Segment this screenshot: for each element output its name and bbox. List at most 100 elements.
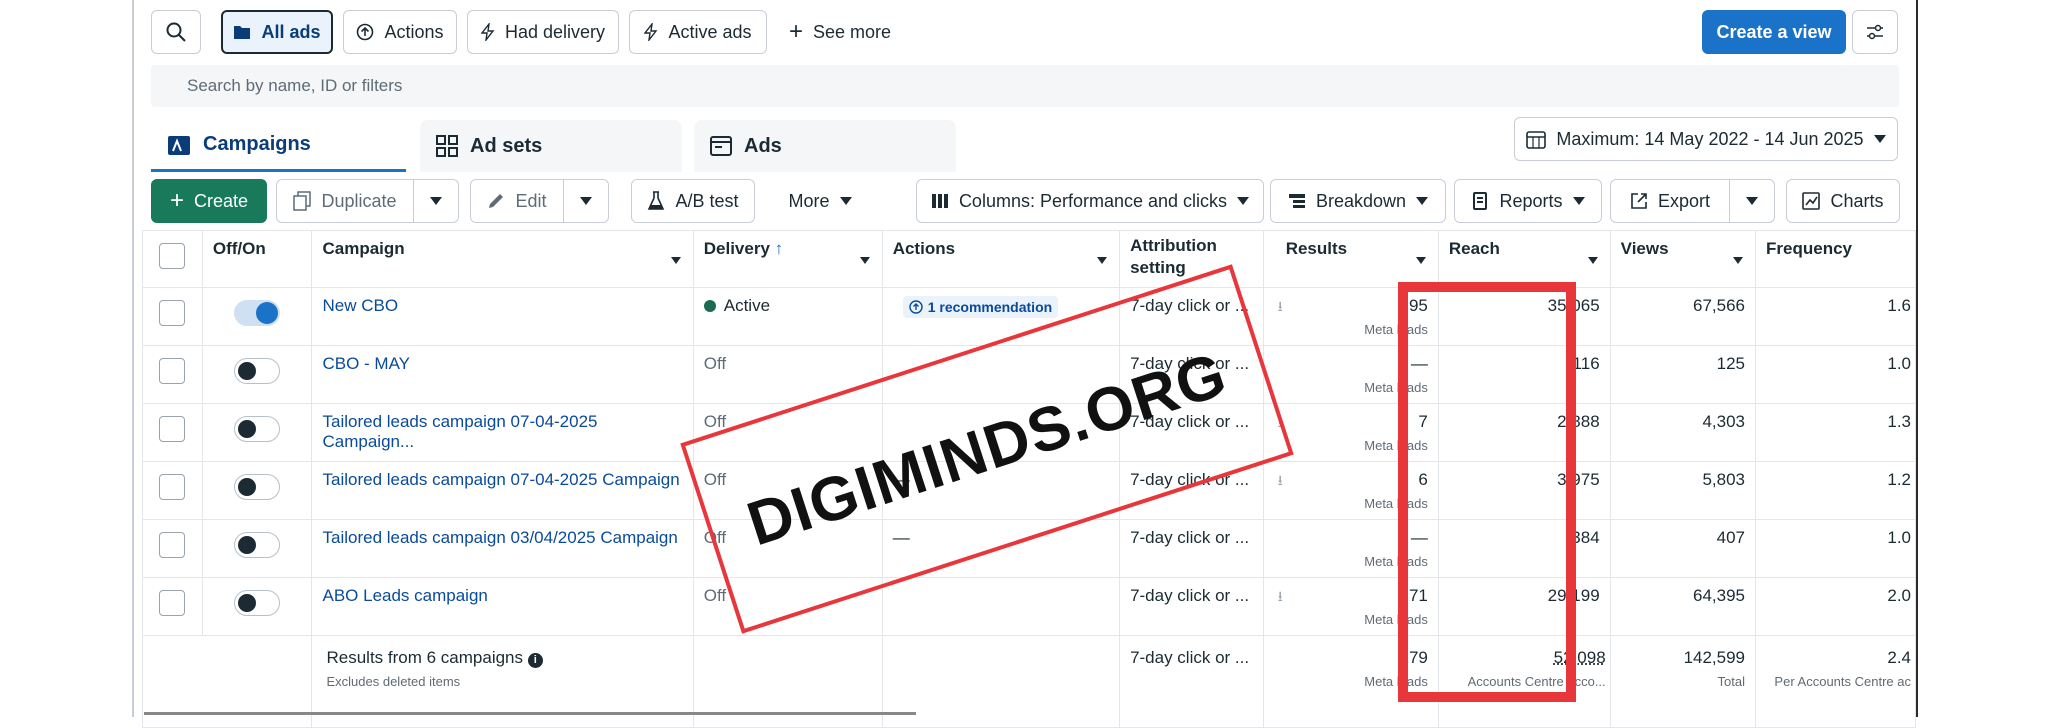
header-reach[interactable]: Reach	[1438, 231, 1610, 288]
header-campaign[interactable]: Campaign	[312, 231, 693, 288]
row-checkbox[interactable]	[159, 532, 185, 558]
chevron-down-icon[interactable]	[1733, 257, 1743, 264]
actions-cell	[882, 578, 1119, 636]
row-select-cell	[143, 346, 203, 404]
search-button[interactable]	[151, 10, 201, 54]
view-settings-button[interactable]	[1852, 10, 1898, 54]
campaign-toggle[interactable]	[234, 416, 280, 442]
row-toggle-cell	[202, 288, 312, 346]
table-header-row: Off/On Campaign Delivery ↑ Actions Attri…	[143, 231, 1916, 288]
summary-attribution-cell: 7-day click or ...	[1120, 636, 1264, 728]
campaign-name-link[interactable]: ABO Leads campaign	[322, 586, 487, 605]
chevron-down-icon[interactable]	[1416, 257, 1426, 264]
breakdown-icon	[1288, 193, 1306, 209]
columns-icon	[931, 193, 949, 209]
create-button[interactable]: + Create	[151, 179, 267, 223]
summary-views-value: 142,599	[1621, 648, 1745, 668]
plus-icon: +	[170, 189, 184, 213]
export-label: Export	[1658, 191, 1710, 212]
columns-button[interactable]: Columns: Performance and clicks	[916, 179, 1264, 223]
see-more-button[interactable]: + See more	[779, 10, 901, 54]
edit-dropdown-button[interactable]	[563, 179, 609, 223]
row-checkbox[interactable]	[159, 358, 185, 384]
campaign-name-link[interactable]: New CBO	[322, 296, 398, 315]
create-view-button[interactable]: Create a view	[1702, 10, 1846, 54]
edit-button[interactable]: Edit	[470, 179, 564, 223]
header-delivery[interactable]: Delivery ↑	[693, 231, 882, 288]
chevron-down-icon[interactable]	[860, 257, 870, 264]
row-select-cell	[143, 404, 203, 462]
row-checkbox[interactable]	[159, 474, 185, 500]
campaign-name-link[interactable]: Tailored leads campaign 07-04-2025 Campa…	[322, 470, 679, 489]
views-cell: 4,303	[1610, 404, 1755, 462]
tab-ads[interactable]: Ads	[694, 120, 956, 172]
info-icon[interactable]: i	[528, 653, 543, 668]
filter-label: Had delivery	[505, 22, 605, 43]
campaign-toggle[interactable]	[234, 532, 280, 558]
header-results[interactable]: Results	[1263, 231, 1438, 288]
select-all-checkbox[interactable]	[159, 243, 185, 269]
views-cell: 125	[1610, 346, 1755, 404]
campaign-toggle[interactable]	[234, 300, 280, 326]
export-button[interactable]: Export	[1610, 179, 1730, 223]
campaign-name-link[interactable]: CBO - MAY	[322, 354, 410, 373]
download-icon: ⭳	[1278, 470, 1283, 494]
chevron-down-icon	[840, 197, 852, 205]
toggle-knob	[238, 536, 256, 554]
bolt-icon	[481, 23, 495, 41]
filter-all-ads[interactable]: All ads	[221, 10, 333, 54]
row-checkbox[interactable]	[159, 300, 185, 326]
header-offon[interactable]: Off/On	[202, 231, 312, 288]
summary-frequency-cell: 2.4 Per Accounts Centre ac	[1756, 636, 1916, 728]
chevron-down-icon	[1416, 197, 1428, 205]
chevron-down-icon[interactable]	[1097, 257, 1107, 264]
date-range-picker[interactable]: Maximum: 14 May 2022 - 14 Jun 2025	[1514, 117, 1898, 161]
views-cell: 5,803	[1610, 462, 1755, 520]
tab-campaigns[interactable]: Campaigns	[151, 120, 406, 172]
filter-active-ads[interactable]: Active ads	[629, 10, 767, 54]
charts-button[interactable]: Charts	[1786, 179, 1900, 223]
ab-test-label: A/B test	[675, 191, 738, 212]
export-dropdown-button[interactable]	[1729, 179, 1775, 223]
attribution-cell: 7-day click or ...	[1120, 578, 1264, 636]
breakdown-button[interactable]: Breakdown	[1270, 179, 1446, 223]
chevron-down-icon[interactable]	[671, 257, 681, 264]
row-checkbox[interactable]	[159, 416, 185, 442]
filter-had-delivery[interactable]: Had delivery	[467, 10, 619, 54]
duplicate-button[interactable]: Duplicate	[276, 179, 414, 223]
header-views[interactable]: Views	[1610, 231, 1755, 288]
recommendation-badge[interactable]: 1 recommendation	[903, 296, 1058, 318]
campaign-name-link[interactable]: Tailored leads campaign 07-04-2025 Campa…	[322, 412, 597, 451]
duplicate-dropdown-button[interactable]	[413, 179, 459, 223]
chevron-down-icon[interactable]	[1588, 257, 1598, 264]
chevron-down-icon	[1746, 197, 1758, 205]
summary-frequency-value: 2.4	[1766, 648, 1911, 668]
pencil-icon	[487, 192, 505, 210]
download-icon: ⭳	[1278, 296, 1283, 320]
recommendation-label: 1 recommendation	[928, 299, 1052, 315]
campaign-toggle[interactable]	[234, 474, 280, 500]
row-toggle-cell	[202, 578, 312, 636]
header-actions[interactable]: Actions	[882, 231, 1119, 288]
campaign-name-link[interactable]: Tailored leads campaign 03/04/2025 Campa…	[322, 528, 677, 547]
sort-arrow-up-icon: ↑	[775, 239, 784, 258]
sliders-icon	[1865, 23, 1885, 41]
filter-actions[interactable]: Actions	[343, 10, 457, 54]
header-frequency[interactable]: Frequency	[1756, 231, 1916, 288]
create-label: Create	[194, 191, 248, 212]
table-row[interactable]: ABO Leads campaign Off 7-day click or ..…	[143, 578, 1916, 636]
summary-views-sub: Total	[1621, 674, 1745, 689]
more-button[interactable]: More	[771, 179, 869, 223]
search-input[interactable]: Search by name, ID or filters	[151, 65, 1899, 107]
campaign-icon	[167, 134, 191, 156]
reports-button[interactable]: Reports	[1454, 179, 1602, 223]
campaign-toggle[interactable]	[234, 358, 280, 384]
tab-ad-sets[interactable]: Ad sets	[420, 120, 682, 172]
date-range-label: Maximum: 14 May 2022 - 14 Jun 2025	[1556, 129, 1863, 150]
frequency-cell: 1.6	[1756, 288, 1916, 346]
horizontal-scrollbar[interactable]	[144, 712, 916, 715]
campaign-name-cell: CBO - MAY	[312, 346, 693, 404]
campaign-toggle[interactable]	[234, 590, 280, 616]
row-checkbox[interactable]	[159, 590, 185, 616]
ab-test-button[interactable]: A/B test	[631, 179, 755, 223]
